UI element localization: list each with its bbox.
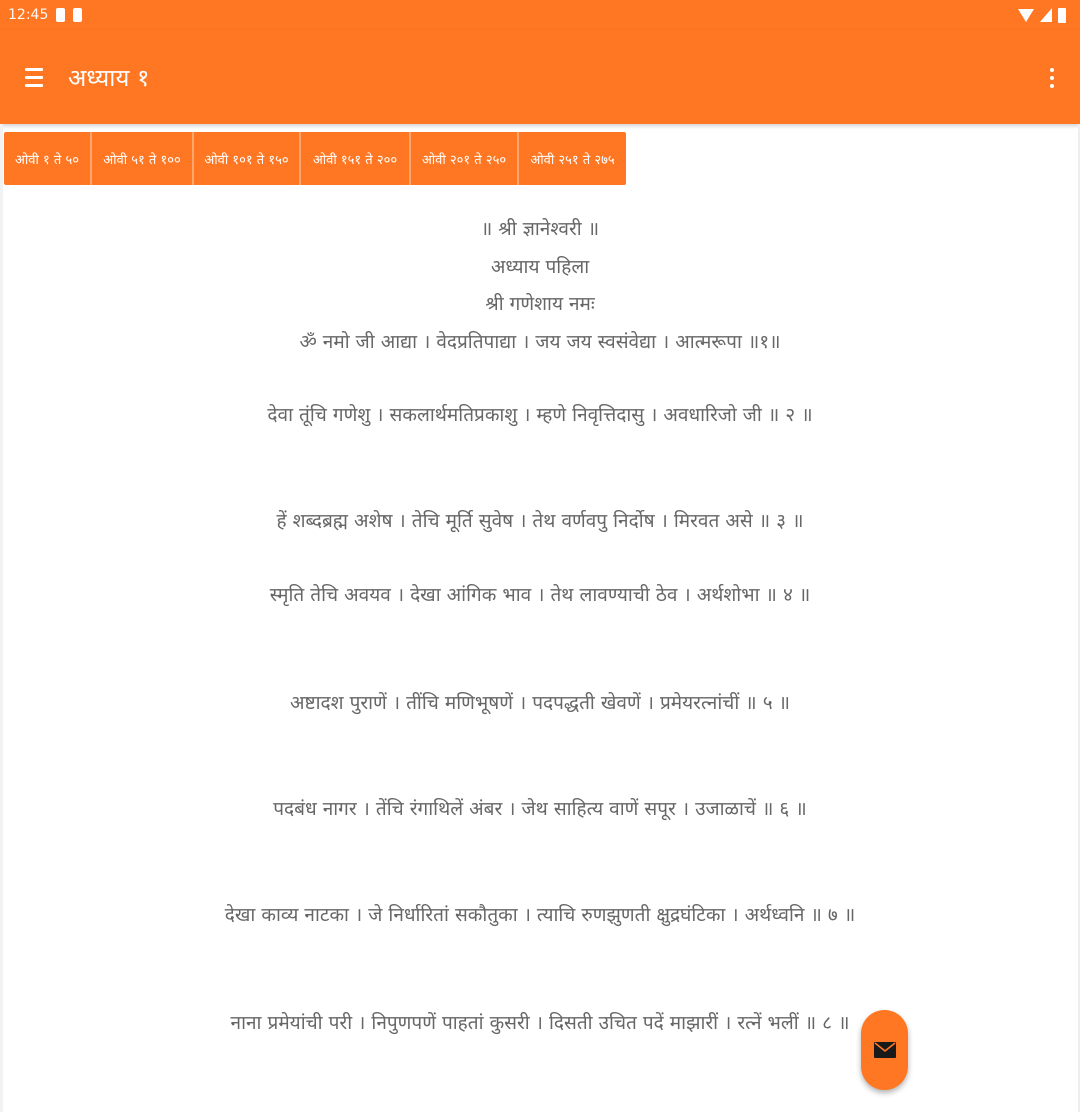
tab-ovi-101-150[interactable]: ओवी १०१ ते १५० (194, 132, 301, 185)
verse-line: अष्टादश पुराणें । तींचि मणिभूषणें । पदपद… (289, 692, 790, 714)
status-bar: 12:45 (0, 0, 1080, 30)
sim-icon (73, 8, 83, 22)
heading-dnyaneshwari: ॥ श्री ज्ञानेश्वरी ॥ (480, 218, 600, 240)
verse-line: देवा तूंचि गणेशु । सकलार्थमतिप्रकाशु । म… (267, 404, 813, 426)
heading-invocation: श्री गणेशाय नमः (485, 293, 595, 315)
tab-ovi-51-100[interactable]: ओवी ५१ ते १०० (92, 132, 194, 185)
verse-line: पदबंध नागर । तेंचि रंगाथिलें अंबर । जेथ … (273, 798, 807, 820)
notification-icon (56, 8, 66, 22)
mail-icon (873, 1042, 896, 1058)
status-time: 12:45 (8, 7, 49, 23)
content-area: ॥ श्री ज्ञानेश्वरी ॥ अध्याय पहिला श्री ग… (0, 205, 1080, 1112)
tab-ovi-151-200[interactable]: ओवी १५१ ते २०० (301, 132, 411, 185)
email-fab-button[interactable] (861, 1010, 908, 1090)
verse-line: ॐ नमो जी आद्या । वेदप्रतिपाद्या । जय जय … (299, 331, 781, 353)
hamburger-icon (25, 67, 43, 87)
battery-icon (1058, 7, 1066, 23)
status-left: 12:45 (8, 7, 83, 23)
verse-line: स्मृति तेचि अवयव । देखा आंगिक भाव । तेथ … (269, 584, 811, 606)
verse-line: देखा काव्य नाटका । जे निर्धारितां सकौतुक… (224, 904, 856, 926)
signal-icon (1040, 8, 1052, 22)
tab-ovi-201-250[interactable]: ओवी २०१ ते २५० (411, 132, 519, 185)
heading-chapter: अध्याय पहिला (490, 256, 590, 278)
tab-strip: ओवी १ ते ५० ओवी ५१ ते १०० ओवी १०१ ते १५०… (4, 132, 626, 185)
menu-button[interactable] (14, 57, 54, 97)
status-right (1018, 7, 1066, 23)
tab-ovi-1-50[interactable]: ओवी १ ते ५० (4, 132, 92, 185)
wifi-icon (1018, 8, 1034, 22)
app-bar: अध्याय १ (0, 30, 1080, 124)
overflow-menu-button[interactable] (1040, 63, 1064, 93)
screen: 12:45 अध्याय १ ओवी १ ते ५० ओवी ५१ ते १००… (0, 0, 1080, 1112)
app-title: अध्याय १ (68, 63, 150, 92)
verse-line: हें शब्दब्रह्म अशेष । तेचि मूर्ति सुवेष … (276, 510, 804, 532)
verse-line: नाना प्रमेयांची परी । निपुणपणें पाहतां क… (230, 1012, 850, 1034)
tab-ovi-251-275[interactable]: ओवी २५१ ते २७५ (519, 132, 626, 185)
